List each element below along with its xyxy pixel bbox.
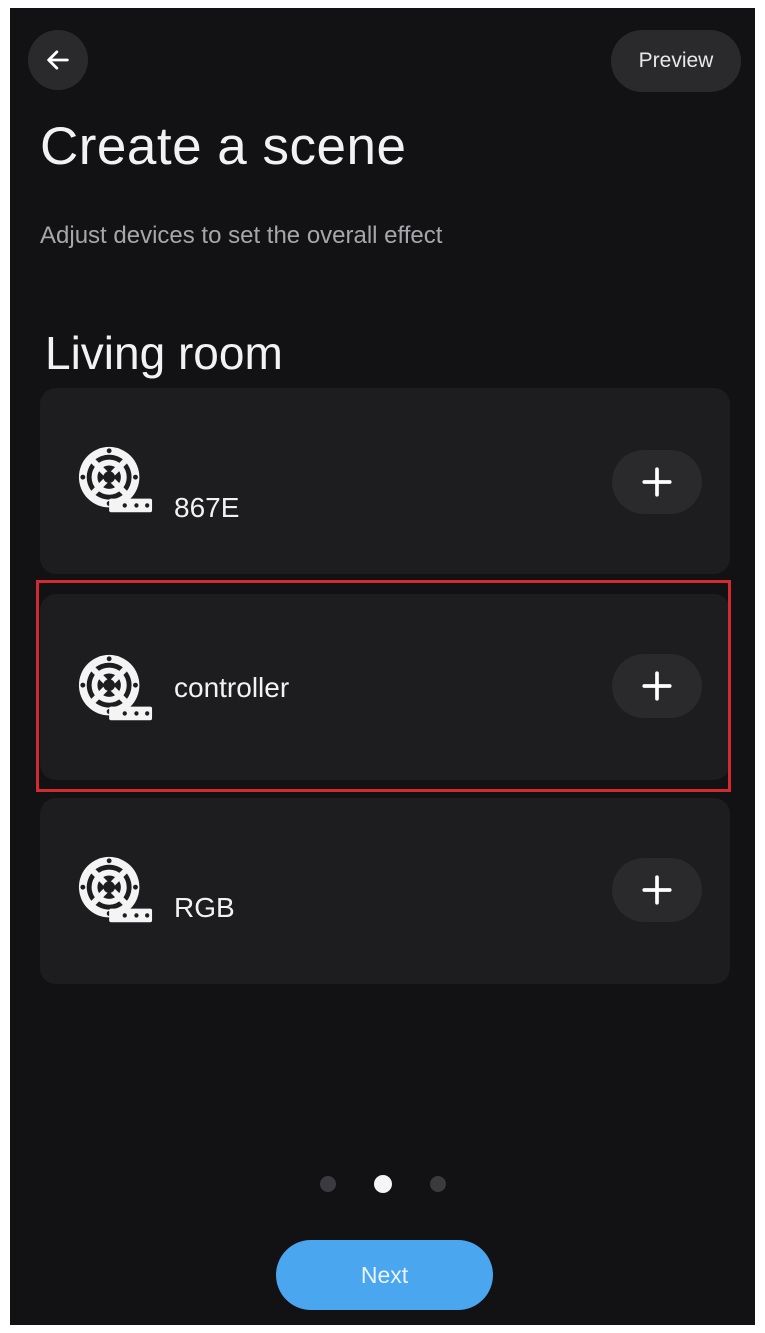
arrow-left-icon [47,50,69,70]
page-dot-active[interactable] [373,1175,392,1193]
page-title: Create a scene [40,117,407,176]
create-scene-screen: Preview Create a scene Adjust devices to… [10,8,755,1325]
device-card-rgb[interactable]: RGB [40,798,730,984]
page-indicator [10,1175,755,1193]
led-strip-reel-icon [78,446,153,513]
page-subtitle: Adjust devices to set the overall effect [40,222,443,249]
led-strip-reel-icon [78,654,153,721]
led-strip-reel-icon [78,856,153,923]
page-dot[interactable] [319,1176,336,1192]
add-device-button[interactable] [612,654,702,718]
page-dot[interactable] [429,1176,446,1192]
plus-icon [642,875,672,905]
device-card-867e[interactable]: 867E [40,388,730,574]
back-button[interactable] [28,30,88,90]
preview-button[interactable]: Preview [611,30,741,92]
next-button[interactable]: Next [276,1240,493,1310]
device-name: controller [174,672,290,703]
room-title: Living room [45,327,283,379]
device-name: 867E [174,492,240,523]
device-card-controller[interactable]: controller [40,594,730,780]
plus-icon [642,671,672,701]
add-device-button[interactable] [612,450,702,514]
plus-icon [642,467,672,497]
device-name: RGB [174,892,235,923]
add-device-button[interactable] [612,858,702,922]
